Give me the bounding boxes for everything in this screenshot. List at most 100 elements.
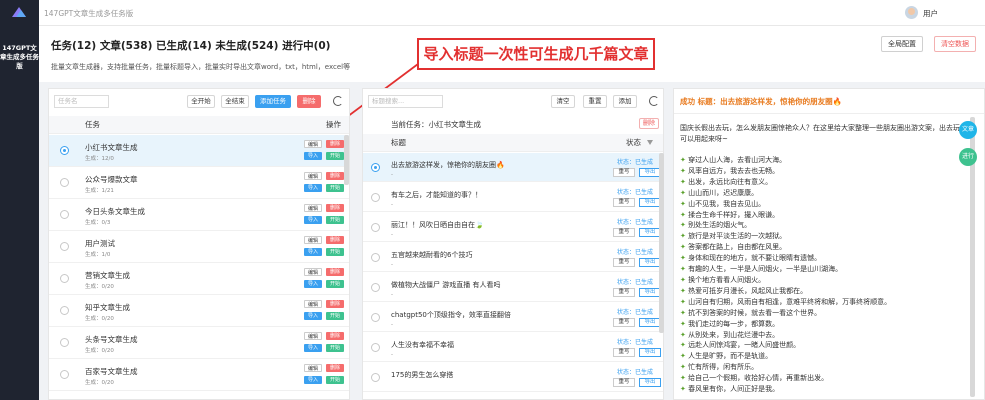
article-row[interactable]: chatgpt50个顶级指令，效率直接翻倍 - 状态：已生成 重写 导出	[363, 303, 663, 332]
import-titles-button[interactable]: 导入	[304, 376, 322, 384]
task-scrollbar[interactable]	[344, 135, 349, 185]
global-config-button[interactable]: 全局配置	[881, 36, 923, 52]
task-row[interactable]: 头条号文章生成 生成：0/20 编辑 删除 导入 开始	[49, 327, 349, 359]
edit-task-button[interactable]: 编辑	[304, 364, 322, 372]
delete-task-button[interactable]: 删除	[297, 95, 321, 108]
edit-task-button[interactable]: 编辑	[304, 204, 322, 212]
add-task-button[interactable]: 添加任务	[255, 95, 291, 108]
task-search-input[interactable]: 任务名	[54, 95, 109, 108]
rewrite-button[interactable]: 重写	[613, 198, 635, 207]
delete-row-button[interactable]: 删除	[326, 204, 344, 212]
article-row[interactable]: 有车之后，才能知道的事？！ - 状态：已生成 重写 导出	[363, 183, 663, 212]
article-row[interactable]: 人生没有幸福不幸福 - 状态：已生成 重写 导出	[363, 333, 663, 362]
article-radio[interactable]	[371, 193, 380, 202]
rewrite-button[interactable]: 重写	[613, 258, 635, 267]
start-task-button[interactable]: 开始	[326, 376, 344, 384]
import-titles-button[interactable]: 导入	[304, 280, 322, 288]
export-button[interactable]: 导出	[639, 168, 661, 177]
article-radio[interactable]	[371, 163, 380, 172]
task-radio[interactable]	[60, 242, 69, 251]
task-row[interactable]: 今日头条文章生成 生成：0/3 编辑 删除 导入 开始	[49, 199, 349, 231]
import-titles-button[interactable]: 导入	[304, 152, 322, 160]
task-row[interactable]: 百家号文章生成 生成：0/20 编辑 删除 导入 开始	[49, 359, 349, 391]
rewrite-button[interactable]: 重写	[613, 318, 635, 327]
import-titles-button[interactable]: 导入	[304, 344, 322, 352]
progress-fab-button[interactable]: 进行	[959, 148, 977, 166]
refresh-icon[interactable]	[649, 96, 659, 106]
task-radio[interactable]	[60, 178, 69, 187]
export-button[interactable]: 导出	[639, 288, 661, 297]
delete-row-button[interactable]: 删除	[326, 236, 344, 244]
import-titles-button[interactable]: 导入	[304, 216, 322, 224]
start-task-button[interactable]: 开始	[326, 248, 344, 256]
start-task-button[interactable]: 开始	[326, 216, 344, 224]
rewrite-button[interactable]: 重写	[613, 288, 635, 297]
delete-row-button[interactable]: 删除	[326, 364, 344, 372]
add-article-button[interactable]: 添加	[613, 95, 637, 108]
avatar[interactable]	[905, 6, 918, 19]
article-row[interactable]: 做植物大战僵尸 游戏直播 有人看吗 - 状态：已生成 重写 导出	[363, 273, 663, 302]
edit-task-button[interactable]: 编辑	[304, 300, 322, 308]
article-radio[interactable]	[371, 223, 380, 232]
delete-row-button[interactable]: 删除	[326, 332, 344, 340]
export-button[interactable]: 导出	[639, 198, 661, 207]
article-row[interactable]: 出去旅游这样发，惊艳你的朋友圈🔥 - 状态：已生成 重写 导出	[363, 153, 663, 182]
edit-task-button[interactable]: 编辑	[304, 140, 322, 148]
clear-data-button[interactable]: 清空数据	[934, 36, 976, 52]
start-task-button[interactable]: 开始	[326, 344, 344, 352]
task-row[interactable]: 公众号爆款文章 生成：1/21 编辑 删除 导入 开始	[49, 167, 349, 199]
import-titles-button[interactable]: 导入	[304, 312, 322, 320]
delete-row-button[interactable]: 删除	[326, 172, 344, 180]
refresh-icon[interactable]	[333, 96, 343, 106]
filter-icon[interactable]	[647, 140, 653, 145]
task-radio[interactable]	[60, 370, 69, 379]
task-row[interactable]: 知乎文章生成 生成：0/20 编辑 删除 导入 开始	[49, 295, 349, 327]
delete-row-button[interactable]: 删除	[326, 300, 344, 308]
delete-articles-button[interactable]: 删除	[639, 118, 659, 129]
task-radio[interactable]	[60, 274, 69, 283]
article-search-input[interactable]: 标题搜索...	[368, 95, 443, 108]
task-row[interactable]: 用户测试 生成：1/0 编辑 删除 导入 开始	[49, 231, 349, 263]
task-radio[interactable]	[60, 210, 69, 219]
article-radio[interactable]	[371, 313, 380, 322]
task-row[interactable]: 营销文章生成 生成：0/20 编辑 删除 导入 开始	[49, 263, 349, 295]
rewrite-button[interactable]: 重写	[613, 348, 635, 357]
article-fab-button[interactable]: 文章	[959, 121, 977, 139]
article-scrollbar[interactable]	[659, 153, 664, 333]
edit-task-button[interactable]: 编辑	[304, 332, 322, 340]
user-menu[interactable]: 用户	[923, 8, 938, 19]
rewrite-button[interactable]: 重写	[613, 168, 635, 177]
import-titles-button[interactable]: 导入	[304, 248, 322, 256]
article-radio[interactable]	[371, 343, 380, 352]
article-row[interactable]: 丽江！！风吹日晒自由自在🍃 - 状态：已生成 重写 导出	[363, 213, 663, 242]
clear-articles-button[interactable]: 清空	[551, 95, 575, 108]
delete-row-button[interactable]: 删除	[326, 140, 344, 148]
start-task-button[interactable]: 开始	[326, 312, 344, 320]
stop-all-button[interactable]: 全结束	[221, 95, 249, 108]
import-titles-button[interactable]: 导入	[304, 184, 322, 192]
task-radio[interactable]	[60, 338, 69, 347]
delete-row-button[interactable]: 删除	[326, 268, 344, 276]
start-task-button[interactable]: 开始	[326, 152, 344, 160]
export-button[interactable]: 导出	[639, 228, 661, 237]
article-radio[interactable]	[371, 373, 380, 382]
edit-task-button[interactable]: 编辑	[304, 268, 322, 276]
article-radio[interactable]	[371, 253, 380, 262]
export-button[interactable]: 导出	[639, 348, 661, 357]
export-button[interactable]: 导出	[639, 318, 661, 327]
start-task-button[interactable]: 开始	[326, 184, 344, 192]
edit-task-button[interactable]: 编辑	[304, 172, 322, 180]
article-row[interactable]: 175的男生怎么穿搭 状态：已生成 重写 导出	[363, 363, 663, 392]
start-task-button[interactable]: 开始	[326, 280, 344, 288]
start-all-button[interactable]: 全开始	[187, 95, 215, 108]
edit-task-button[interactable]: 编辑	[304, 236, 322, 244]
task-radio[interactable]	[60, 146, 69, 155]
task-row[interactable]: 小红书文章生成 生成：12/0 编辑 删除 导入 开始	[49, 135, 349, 167]
article-radio[interactable]	[371, 283, 380, 292]
rewrite-button[interactable]: 重写	[613, 228, 635, 237]
export-button[interactable]: 导出	[639, 258, 661, 267]
export-button[interactable]: 导出	[639, 378, 661, 387]
rewrite-button[interactable]: 重写	[613, 378, 635, 387]
article-row[interactable]: 五官越来越耐看的6个技巧 - 状态：已生成 重写 导出	[363, 243, 663, 272]
reset-articles-button[interactable]: 重置	[583, 95, 607, 108]
